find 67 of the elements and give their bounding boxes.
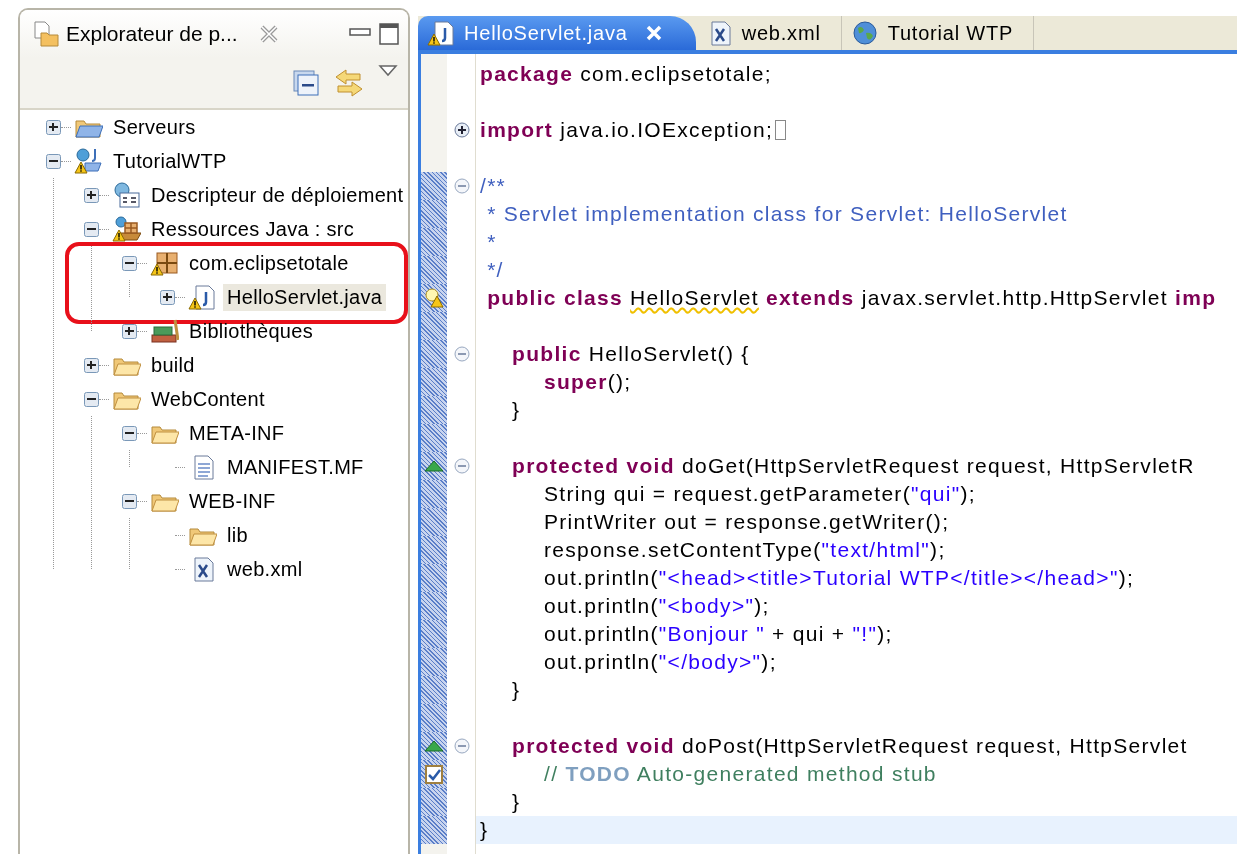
expand-toggle[interactable] <box>84 187 99 203</box>
view-title: Explorateur de p... <box>66 22 238 46</box>
descriptor-icon <box>111 181 141 209</box>
collapse-fold-icon[interactable] <box>453 738 470 754</box>
code-line: PrintWriter out = response.getWriter(); <box>543 510 950 534</box>
code-line: } <box>511 790 521 814</box>
code-editor[interactable] <box>418 54 1237 854</box>
code-line: super(); <box>543 370 632 394</box>
code-line: } <box>511 678 521 702</box>
collapse-toggle[interactable] <box>46 153 61 169</box>
collapse-toggle[interactable] <box>84 391 99 407</box>
expand-toggle[interactable] <box>160 289 175 305</box>
code-line: response.setContentType("text/html"); <box>543 538 946 562</box>
code-line: */ <box>486 258 504 282</box>
tree-item[interactable]: MANIFEST.MF <box>223 453 368 481</box>
collapse-toggle[interactable] <box>122 493 137 509</box>
library-icon <box>149 317 179 345</box>
tree-item[interactable]: web.xml <box>223 555 307 583</box>
code-line: import java.io.IOException; <box>480 118 774 142</box>
maximize-icon[interactable] <box>378 22 400 46</box>
tree-item[interactable]: META-INF <box>185 419 289 447</box>
collapse-toggle[interactable] <box>84 221 99 237</box>
code-line: protected void doPost(HttpServletRequest request, HttpServlet <box>511 734 1188 758</box>
tree-item[interactable]: Bibliothèques <box>185 317 317 345</box>
tree-item[interactable]: TutorialWTP <box>109 147 231 175</box>
collapse-all-icon[interactable] <box>292 69 320 97</box>
tree-item[interactable]: WEB-INF <box>185 487 280 515</box>
tree-item[interactable]: com.eclipsetotale <box>185 249 353 277</box>
expand-toggle[interactable] <box>122 323 137 339</box>
editor-tab[interactable]: Tutorial WTP <box>841 16 1035 50</box>
expand-fold-icon[interactable] <box>453 122 470 138</box>
tree-item[interactable]: WebContent <box>147 385 269 413</box>
view-menu-icon[interactable] <box>378 64 398 78</box>
editor-tab[interactable]: HelloServlet.java <box>418 16 696 50</box>
collapse-fold-icon[interactable] <box>453 346 470 362</box>
code-line: /** <box>480 174 507 198</box>
tree-item[interactable]: Ressources Java : src <box>147 215 359 243</box>
code-line: } <box>511 398 521 422</box>
tree-item[interactable]: lib <box>223 521 252 549</box>
close-icon[interactable] <box>645 25 662 41</box>
code-line: String qui = request.getParameter("qui"); <box>543 482 976 506</box>
expand-toggle[interactable] <box>46 119 61 135</box>
code-line: } <box>480 818 489 842</box>
code-line: package com.eclipsetotale; <box>480 62 772 86</box>
code-line: out.println("</body>"); <box>543 650 777 674</box>
explorer-icon <box>32 20 60 48</box>
code-line: out.println("<head><title>Tutorial WTP</title></head>"); <box>543 566 1135 590</box>
code-line: out.println("<body>"); <box>543 594 770 618</box>
code-line: * <box>486 230 497 254</box>
collapse-toggle[interactable] <box>122 425 137 441</box>
tree-item[interactable]: Descripteur de déploiement <box>147 181 408 209</box>
folded-code-marker[interactable] <box>775 120 787 140</box>
expand-toggle[interactable] <box>84 357 99 373</box>
tree-item[interactable]: HelloServlet.java <box>223 283 387 311</box>
code-line: public HelloServlet() { <box>511 342 750 366</box>
collapse-fold-icon[interactable] <box>453 458 470 474</box>
code-line: // TODO Auto-generated method stub <box>543 762 937 786</box>
code-line: * Servlet implementation class for Servlet: HelloServlet <box>486 202 1068 226</box>
tree-item[interactable]: build <box>147 351 199 379</box>
tree-item[interactable]: Serveurs <box>109 113 200 141</box>
code-line: out.println("Bonjour " + qui + "!"); <box>543 622 893 646</box>
code-line: public class HelloServlet extends javax.servlet.http.HttpServlet imp <box>486 286 1217 310</box>
collapse-toggle[interactable] <box>122 255 137 271</box>
java-file-icon <box>426 19 456 47</box>
editor-tab[interactable]: web.xml <box>695 16 842 50</box>
code-line: protected void doGet(HttpServletRequest request, HttpServletR <box>511 454 1195 478</box>
collapse-fold-icon[interactable] <box>453 178 470 194</box>
